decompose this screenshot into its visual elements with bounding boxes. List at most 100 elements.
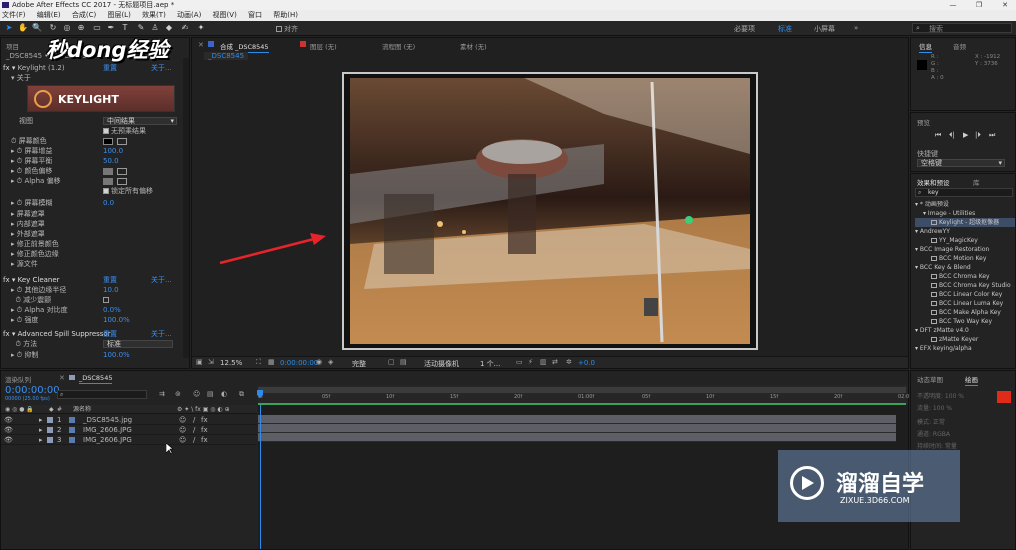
menu-composition[interactable]: 合成(C): [72, 11, 96, 19]
camera-tool-icon[interactable]: ◎: [62, 23, 72, 33]
exposure-value[interactable]: +0.0: [578, 359, 595, 367]
timeline-icon[interactable]: ▥: [540, 358, 547, 366]
draft-3d-icon[interactable]: ⊚: [175, 390, 181, 398]
pen-tool-icon[interactable]: ✒: [106, 23, 116, 33]
quality-switch-icon[interactable]: /: [193, 435, 195, 445]
expand-layer-icon[interactable]: ▸: [39, 435, 43, 445]
show-channel-icon[interactable]: ◈: [328, 358, 333, 366]
menu-effect[interactable]: 效果(T): [142, 11, 166, 19]
expand-layer-icon[interactable]: ▸: [39, 415, 43, 425]
group-edge-colour-correction[interactable]: ▸ 修正颜色边缘: [11, 249, 187, 259]
effects-tree-item[interactable]: BCC Linear Luma Key: [915, 299, 1015, 308]
visibility-eye-icon[interactable]: 👁: [4, 435, 13, 445]
viewer-timecode[interactable]: 0:00:00:00: [280, 359, 318, 367]
about-row[interactable]: ▾ 关于: [11, 73, 31, 83]
mask-visibility-icon[interactable]: ⇲: [208, 358, 214, 366]
effects-search-field[interactable]: ⌕ key: [915, 188, 1013, 197]
tab-project[interactable]: 项目: [6, 41, 19, 51]
effects-tree-item[interactable]: BCC Motion Key: [915, 254, 1015, 263]
hand-tool-icon[interactable]: ✋: [18, 23, 28, 33]
layer-duration-bar[interactable]: [258, 415, 896, 424]
workspace-more-icon[interactable]: »: [854, 24, 858, 32]
layer-name[interactable]: _DSC8545.jpg: [83, 415, 132, 425]
composition-canvas[interactable]: [342, 72, 758, 350]
selection-tool-icon[interactable]: ➤: [4, 23, 14, 33]
group-source-crops[interactable]: ▸ 源文件: [11, 259, 187, 269]
reset-exposure-icon[interactable]: ✲: [566, 358, 572, 366]
layer-row[interactable]: 👁 ▸ 3 IMG_2606.JPG ☺ / fx: [1, 435, 257, 445]
frame-blending-icon[interactable]: ▤: [207, 390, 214, 398]
effects-tree-item[interactable]: YY_MagicKey: [915, 236, 1015, 245]
snap-toggle[interactable]: 对齐: [276, 24, 298, 34]
layer-row[interactable]: 👁 ▸ 1 _DSC8545.jpg ☺ / fx: [1, 415, 257, 425]
fast-previews-icon[interactable]: ⚡: [528, 358, 533, 366]
close-button[interactable]: ✕: [996, 0, 1014, 10]
brush-tool-icon[interactable]: ✎: [136, 23, 146, 33]
screen-balance-value[interactable]: 50.0: [103, 156, 119, 166]
comp-mini-flowchart-icon[interactable]: ⇉: [159, 390, 165, 398]
layer-label-colour[interactable]: [47, 417, 53, 423]
views-dropdown[interactable]: 1 个...: [480, 359, 500, 369]
time-ruler[interactable]: 0f05f10f15f20f01:00f05f10f15f20f02:0: [258, 385, 909, 405]
zoom-tool-icon[interactable]: 🔍: [32, 23, 42, 33]
layer-duration-bar[interactable]: [258, 424, 896, 433]
snapshot-icon[interactable]: ◉: [316, 358, 322, 366]
shortcut-dropdown[interactable]: 空格键 ▾: [917, 159, 1005, 167]
fx-switch-icon[interactable]: fx: [201, 425, 208, 435]
layer-label-colour[interactable]: [47, 437, 53, 443]
effects-tree-item[interactable]: ▾ Image - Utilities: [915, 209, 1015, 218]
timeline-search-field[interactable]: ⌕: [57, 390, 147, 399]
keylight-effect-header[interactable]: fx ▾ Keylight (1.2) 重置 关于...: [3, 63, 189, 73]
effects-tree-item[interactable]: BCC Chroma Key: [915, 272, 1015, 281]
reduce-chatter-checkbox[interactable]: [103, 297, 109, 303]
alpha-contrast-value[interactable]: 0.0%: [103, 305, 121, 315]
next-frame-icon[interactable]: |⏵: [975, 131, 981, 140]
effects-tree-item[interactable]: ▾ BCC Key & Blend: [915, 263, 1015, 272]
graph-editor-icon[interactable]: ⧉: [239, 390, 244, 399]
roto-brush-tool-icon[interactable]: ✍: [180, 23, 190, 33]
view-dropdown[interactable]: 中间结果 ▾: [103, 117, 177, 125]
transparency-grid-icon[interactable]: ▦: [268, 358, 275, 366]
tab-paint[interactable]: 绘画: [965, 374, 978, 386]
key-cleaner-reset-link[interactable]: 重置: [103, 275, 117, 285]
effects-tree-item[interactable]: BCC Two Way Key: [915, 317, 1015, 326]
tab-libraries[interactable]: 库: [973, 177, 980, 187]
menu-animation[interactable]: 动画(A): [177, 11, 201, 19]
layer-row[interactable]: 👁 ▸ 2 IMG_2606.JPG ☺ / fx: [1, 425, 257, 435]
shy-switch-icon[interactable]: ☺: [179, 435, 186, 445]
menu-view[interactable]: 视图(V): [213, 11, 237, 19]
effects-tree-item[interactable]: BCC Linear Color Key: [915, 290, 1015, 299]
quality-switch-icon[interactable]: /: [193, 425, 195, 435]
motion-blur-icon[interactable]: ◐: [221, 390, 227, 398]
menu-layer[interactable]: 图层(L): [107, 11, 130, 19]
screen-blur-value[interactable]: 0.0: [103, 198, 114, 208]
screen-colour-swatch[interactable]: [103, 138, 113, 145]
effects-tree-item[interactable]: ▾ EFX keying/alpha: [915, 344, 1015, 353]
comp-breadcrumb[interactable]: _DSC8545: [204, 52, 249, 60]
flowchart-icon[interactable]: ⇄: [552, 358, 558, 366]
edge-radius-value[interactable]: 10.0: [103, 285, 119, 295]
minimize-button[interactable]: —: [944, 0, 962, 10]
tab-info[interactable]: 信息: [919, 41, 932, 53]
effects-tree-item[interactable]: ▾ BCC Image Restoration: [915, 245, 1015, 254]
keylight-about-link[interactable]: 关于...: [151, 63, 172, 73]
group-outside-mask[interactable]: ▸ 外部遮罩: [11, 229, 187, 239]
tab-audio[interactable]: 音频: [953, 41, 966, 51]
eyedropper-icon[interactable]: [117, 138, 127, 145]
menu-edit[interactable]: 编辑(E): [37, 11, 61, 19]
shy-switch-icon[interactable]: ☺: [179, 415, 186, 425]
screen-gain-value[interactable]: 100.0: [103, 146, 123, 156]
tab-effects-presets[interactable]: 效果和预设: [917, 177, 950, 189]
work-area-bar[interactable]: [258, 387, 906, 393]
spill-about-link[interactable]: 关于...: [151, 329, 172, 339]
always-preview-icon[interactable]: ▣: [196, 358, 203, 366]
effect-controls-scrollbar[interactable]: [183, 58, 189, 358]
despill-eyedropper-icon[interactable]: [117, 168, 127, 175]
lock-bias-row[interactable]: 锁定所有偏移: [103, 186, 153, 196]
effects-tree-item[interactable]: zMatte Keyer: [915, 335, 1015, 344]
group-inside-mask[interactable]: ▸ 内部遮罩: [11, 219, 187, 229]
menu-help[interactable]: 帮助(H): [273, 11, 298, 19]
col-source-name[interactable]: 源名称: [73, 405, 91, 414]
expand-layer-icon[interactable]: ▸: [39, 425, 43, 435]
tab-flowchart[interactable]: 流程图 (无): [382, 41, 415, 51]
